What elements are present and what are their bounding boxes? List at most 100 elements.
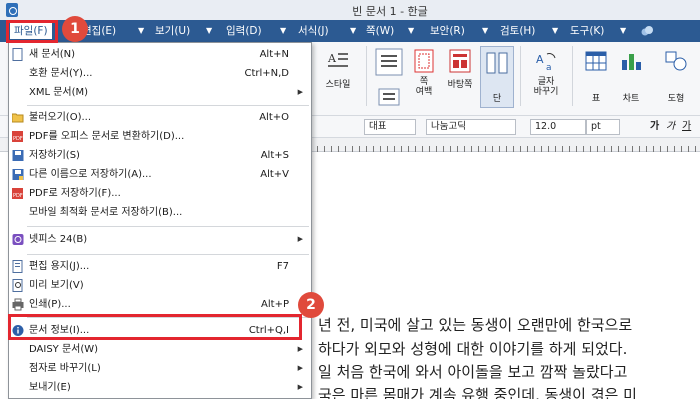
step-2-badge: 2: [298, 292, 324, 318]
menu-format[interactable]: 서식(J): [298, 23, 329, 39]
paragraph-icon[interactable]: [375, 48, 403, 76]
menu-review[interactable]: 검토(H): [500, 23, 535, 39]
replace-char-button[interactable]: A a 글자 바꾸기: [526, 48, 566, 97]
column-button[interactable]: 단: [480, 46, 514, 108]
submenu-arrow-icon: ▶: [297, 345, 303, 353]
doc-text-line: 하다가 외모와 성형에 대한 이야기를 하게 되었다.: [318, 340, 628, 358]
ribbon-separator: [366, 46, 367, 106]
menu-item-new-doc[interactable]: 새 문서(N) Alt+N: [9, 44, 311, 65]
style-label: 스타일: [325, 80, 351, 90]
menu-tools[interactable]: 도구(K): [570, 23, 604, 39]
netffice-icon: [12, 234, 24, 245]
menu-insert[interactable]: 입력(D): [226, 23, 262, 39]
svg-text:A: A: [536, 53, 544, 66]
table-label: 표: [591, 94, 601, 104]
master-page-label: 바탕쪽: [447, 80, 473, 90]
shape-label: 도형: [667, 94, 685, 104]
underline-button[interactable]: 가: [682, 119, 691, 135]
menu-item-save-as[interactable]: 다른 이름으로 저장하기(A)... Alt+V: [9, 164, 311, 185]
title-bar: 빈 문서 1 - 한글: [0, 0, 700, 20]
menu-item-save-pdf[interactable]: PDF PDF로 저장하기(F)...: [9, 183, 311, 204]
file-menu-dropdown: 새 문서(N) Alt+N 호환 문서(Y)... Ctrl+N,D XML 문…: [8, 42, 312, 399]
page-margin-button[interactable]: 쪽 여백: [407, 48, 441, 97]
chart-icon: [622, 54, 641, 70]
chevron-down-icon[interactable]: ▼: [482, 23, 488, 39]
unit-select[interactable]: pt: [586, 119, 620, 135]
chevron-down-icon[interactable]: ▼: [138, 23, 144, 39]
menu-security[interactable]: 보안(R): [430, 23, 465, 39]
menu-separator: [27, 226, 309, 227]
column-label: 단: [492, 94, 502, 104]
chevron-down-icon[interactable]: ▼: [620, 23, 626, 39]
font-select[interactable]: 나눔고딕: [426, 119, 516, 135]
svg-text:PDF: PDF: [13, 136, 23, 142]
menu-item-send[interactable]: 보내기(E) ▶: [9, 377, 311, 398]
window-title: 빈 문서 1 - 한글: [352, 5, 428, 18]
style-icon: A: [327, 52, 348, 67]
new-doc-icon: [12, 48, 23, 61]
shape-icon: [665, 51, 687, 71]
table-button[interactable]: 표: [582, 48, 610, 104]
font-size-field[interactable]: 12.0: [530, 119, 586, 135]
chevron-down-icon[interactable]: ▼: [408, 23, 414, 39]
master-page-icon: [449, 49, 471, 73]
doc-text-line: 국은 마른 몸매가 계속 유행 중인데, 동생이 겪은 미: [318, 386, 637, 399]
chart-button[interactable]: 차트: [614, 48, 648, 104]
preview-icon: [12, 279, 23, 292]
chevron-down-icon[interactable]: ▼: [350, 23, 356, 39]
menu-item-save[interactable]: 저장하기(S) Alt+S: [9, 145, 311, 166]
submenu-arrow-icon: ▶: [297, 364, 303, 372]
ribbon-separator: [520, 46, 521, 106]
menu-item-netffice[interactable]: 넷피스 24(B) ▶: [9, 229, 311, 250]
menu-item-compat-doc[interactable]: 호환 문서(Y)... Ctrl+N,D: [9, 63, 311, 84]
menu-separator: [27, 105, 309, 106]
chevron-down-icon[interactable]: ▼: [280, 23, 286, 39]
menu-separator: [27, 254, 309, 255]
menu-item-preview[interactable]: 미리 보기(V): [9, 275, 311, 296]
menu-item-braille[interactable]: 점자로 바꾸기(L) ▶: [9, 358, 311, 379]
menu-item-open[interactable]: 불러오기(O)... Alt+O: [9, 107, 311, 128]
menu-page[interactable]: 쪽(W): [366, 23, 394, 39]
shape-button[interactable]: 도형: [656, 48, 696, 104]
style-button[interactable]: A 스타일: [318, 48, 358, 90]
svg-text:A: A: [327, 52, 337, 65]
save-as-icon: [12, 169, 24, 180]
style-select[interactable]: 대표: [364, 119, 416, 135]
menu-item-save-mobile[interactable]: 모바일 최적화 문서로 저장하기(B)...: [9, 202, 311, 223]
submenu-arrow-icon: ▶: [297, 235, 303, 243]
menu-item-pdf-convert[interactable]: PDF PDF를 오피스 문서로 변환하기(D)...: [9, 126, 311, 147]
page-setup-icon: [12, 260, 23, 273]
pdf-convert-icon: PDF: [12, 131, 23, 142]
cloud-icon[interactable]: [640, 24, 654, 38]
doc-info-highlight: [8, 314, 302, 340]
doc-text-line: 일 처음 한국에 와서 아이돌을 보고 깜짝 놀랐다고: [318, 363, 628, 381]
menu-item-daisy[interactable]: DAISY 문서(W) ▶: [9, 339, 311, 360]
step-1-badge: 1: [62, 16, 88, 42]
chevron-down-icon[interactable]: ▼: [206, 23, 212, 39]
doc-text-line: 년 전, 미국에 살고 있는 동생이 오랜만에 한국으로: [318, 316, 633, 334]
submenu-arrow-icon: ▶: [297, 88, 303, 96]
svg-text:a: a: [546, 63, 552, 73]
file-menu-highlight: [6, 20, 58, 43]
pdf-save-icon: PDF: [12, 188, 23, 199]
column-icon: [486, 52, 508, 74]
replace-char-label: 글자 바꾸기: [533, 77, 559, 97]
submenu-arrow-icon: ▶: [297, 383, 303, 391]
replace-char-icon: A a: [536, 53, 556, 73]
align-icon[interactable]: [375, 86, 403, 108]
menu-item-xml-doc[interactable]: XML 문서(M) ▶: [9, 82, 311, 103]
ribbon-separator: [572, 46, 573, 106]
menu-bar: 파일(F) 편집(E) ▼ 보기(U) ▼ 입력(D) ▼ 서식(J) ▼ 쪽(…: [0, 20, 700, 42]
print-icon: [12, 298, 24, 311]
italic-button[interactable]: 가: [666, 119, 675, 135]
bold-button[interactable]: 가: [650, 119, 659, 135]
menu-item-page-setup[interactable]: 편집 용지(J)... F7: [9, 256, 311, 277]
menu-view[interactable]: 보기(U): [155, 23, 190, 39]
menu-item-print[interactable]: 인쇄(P)... Alt+P: [9, 294, 311, 315]
master-page-button[interactable]: 바탕쪽: [440, 48, 480, 90]
table-icon: [585, 51, 607, 71]
page-margin-icon: [414, 49, 434, 73]
page-margin-label: 쪽 여백: [415, 77, 433, 97]
chevron-down-icon[interactable]: ▼: [552, 23, 558, 39]
save-icon: [12, 150, 24, 161]
